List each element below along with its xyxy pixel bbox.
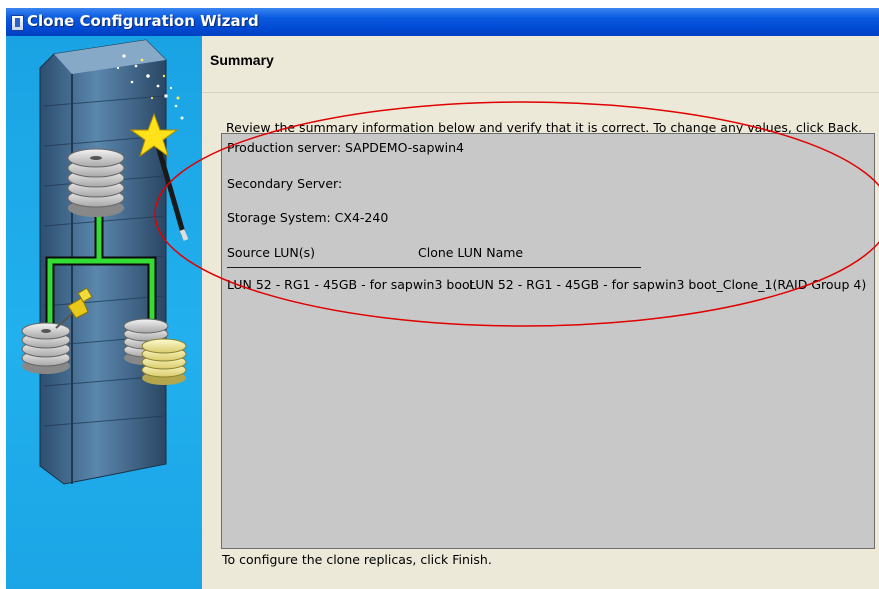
storage-system-line: Storage System: CX4-240 bbox=[227, 210, 389, 225]
storage-illustration bbox=[21, 39, 189, 485]
column-divider bbox=[227, 267, 641, 268]
clone-lun-header: Clone LUN Name bbox=[418, 245, 524, 260]
wizard-icon bbox=[11, 15, 24, 31]
disk-stack-icon bbox=[67, 148, 125, 217]
source-lun-header: Source LUN(s) bbox=[227, 245, 316, 260]
wizard-sidebar bbox=[6, 36, 202, 589]
summary-box[interactable]: Production server: SAPDEMO-sapwin4 Secon… bbox=[221, 133, 875, 549]
page-title: Summary bbox=[210, 52, 274, 68]
production-server-line: Production server: SAPDEMO-sapwin4 bbox=[227, 140, 464, 155]
clone-lun-value: LUN 52 - RG1 - 45GB - for sapwin3 boot_C… bbox=[469, 277, 867, 292]
secondary-server-line: Secondary Server: bbox=[227, 176, 343, 191]
footer-text: To configure the clone replicas, click F… bbox=[222, 552, 492, 567]
source-lun-value: LUN 52 - RG1 - 45GB - for sapwin3 boot bbox=[227, 277, 475, 292]
disk-stack-icon bbox=[141, 338, 187, 385]
header-panel: Summary bbox=[202, 36, 879, 93]
disk-stack-icon bbox=[21, 322, 71, 374]
title-bar[interactable]: Clone Configuration Wizard bbox=[6, 8, 879, 36]
window-title: Clone Configuration Wizard bbox=[27, 12, 259, 30]
